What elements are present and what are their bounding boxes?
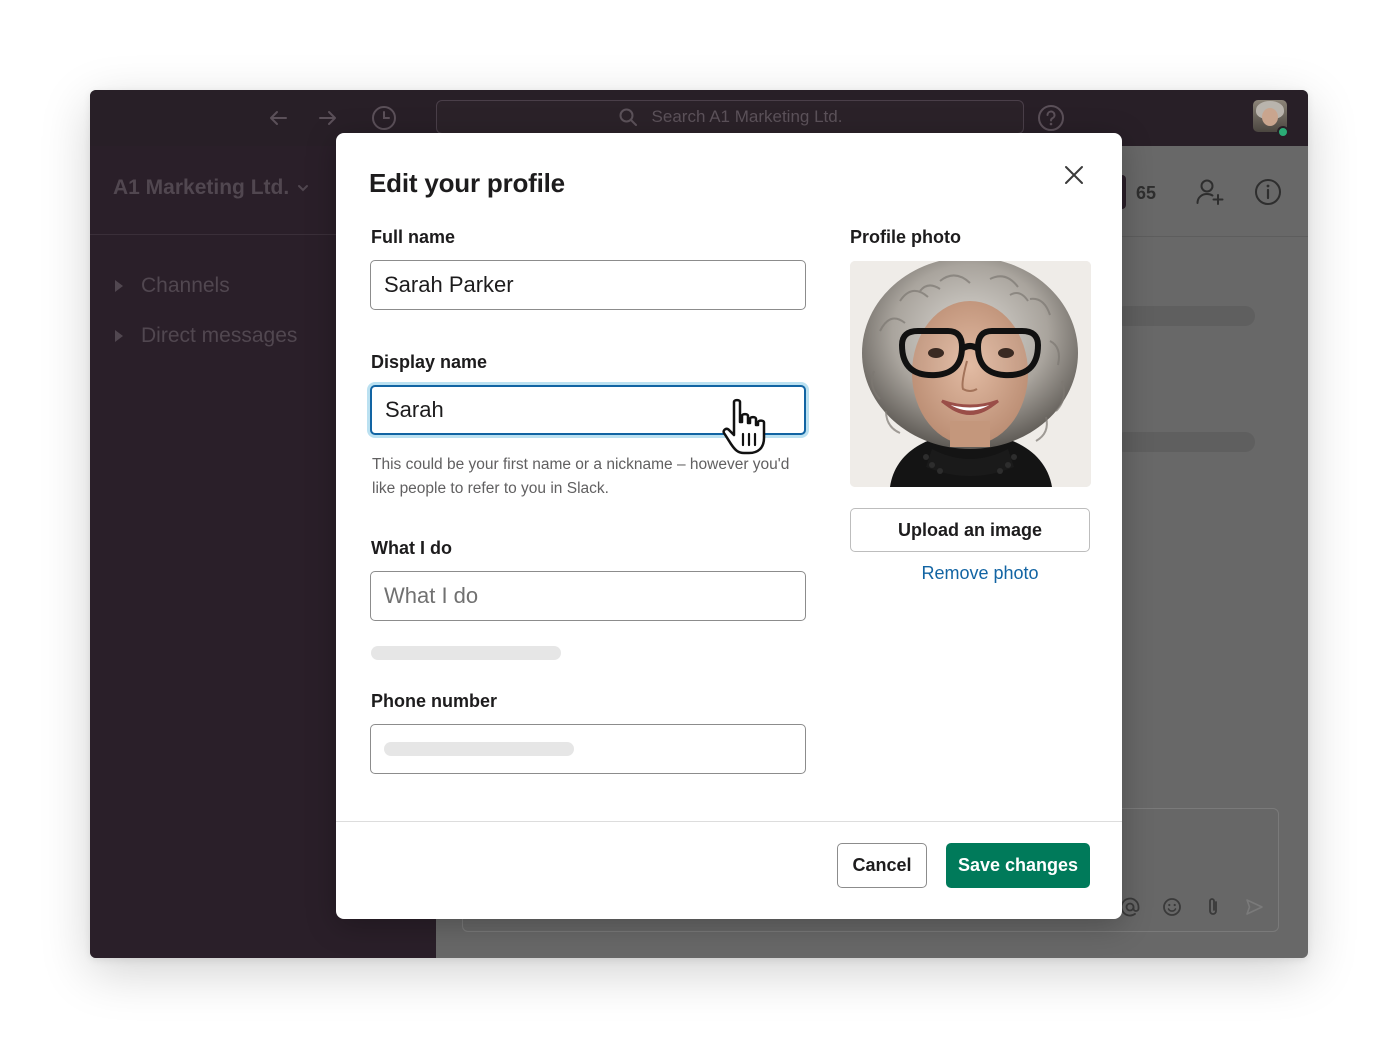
info-icon[interactable] xyxy=(1252,176,1284,208)
what-i-do-label: What I do xyxy=(371,538,452,558)
member-count[interactable]: 65 xyxy=(1136,183,1156,204)
close-button[interactable] xyxy=(1058,159,1090,191)
search-icon xyxy=(619,108,637,126)
full-name-input[interactable]: Sarah Parker xyxy=(370,260,806,310)
emoji-icon[interactable] xyxy=(1162,897,1182,917)
search-bar[interactable]: Search A1 Marketing Ltd. xyxy=(436,100,1024,134)
edit-profile-modal: Edit your profile Full name Sarah Parker… xyxy=(336,133,1122,919)
sidebar-item-direct-messages[interactable]: Direct messages xyxy=(115,324,297,348)
placeholder-bar xyxy=(371,646,561,660)
search-placeholder: Search A1 Marketing Ltd. xyxy=(651,107,843,126)
hand-pointer-cursor-icon xyxy=(722,398,766,455)
forward-arrow-icon[interactable] xyxy=(314,104,342,132)
profile-photo xyxy=(850,261,1091,487)
full-name-label: Full name xyxy=(371,227,456,247)
save-changes-button[interactable]: Save changes xyxy=(946,843,1090,888)
sidebar-item-channels[interactable]: Channels xyxy=(115,274,230,298)
display-name-value: Sarah xyxy=(385,397,444,422)
placeholder-bar xyxy=(1115,432,1255,452)
send-icon[interactable] xyxy=(1244,897,1264,917)
cancel-button[interactable]: Cancel xyxy=(837,843,927,888)
sidebar-item-label: Direct messages xyxy=(141,324,298,347)
close-icon xyxy=(1065,166,1083,184)
workspace-name: A1 Marketing Ltd. xyxy=(113,176,290,199)
composer-toolbar xyxy=(1120,896,1264,918)
history-clock-icon[interactable] xyxy=(370,104,398,132)
chevron-down-icon xyxy=(298,185,309,192)
divider xyxy=(336,821,1122,822)
modal-title: Edit your profile xyxy=(369,168,565,198)
full-name-value: Sarah Parker xyxy=(384,272,514,297)
caret-right-icon xyxy=(115,280,123,292)
remove-photo-link[interactable]: Remove photo xyxy=(850,563,1110,584)
phone-input[interactable] xyxy=(370,724,806,774)
display-name-hint: This could be your first name or a nickn… xyxy=(372,456,790,497)
caret-right-icon xyxy=(115,330,123,342)
what-i-do-input[interactable]: What I do xyxy=(370,571,806,621)
help-icon[interactable] xyxy=(1037,104,1065,132)
display-name-label: Display name xyxy=(371,352,488,372)
add-person-icon[interactable] xyxy=(1194,176,1226,208)
sidebar-item-label: Channels xyxy=(141,274,230,297)
upload-image-button[interactable]: Upload an image xyxy=(850,508,1090,552)
phone-label: Phone number xyxy=(371,691,498,711)
what-i-do-placeholder: What I do xyxy=(384,583,479,608)
placeholder-bar xyxy=(384,742,574,756)
presence-indicator xyxy=(1277,126,1289,138)
back-arrow-icon[interactable] xyxy=(264,104,292,132)
attachment-icon[interactable] xyxy=(1204,896,1222,918)
workspace-switcher[interactable]: A1 Marketing Ltd. xyxy=(113,176,309,200)
mention-icon[interactable] xyxy=(1120,897,1140,917)
profile-photo-label: Profile photo xyxy=(850,227,961,247)
placeholder-bar xyxy=(1115,306,1255,326)
